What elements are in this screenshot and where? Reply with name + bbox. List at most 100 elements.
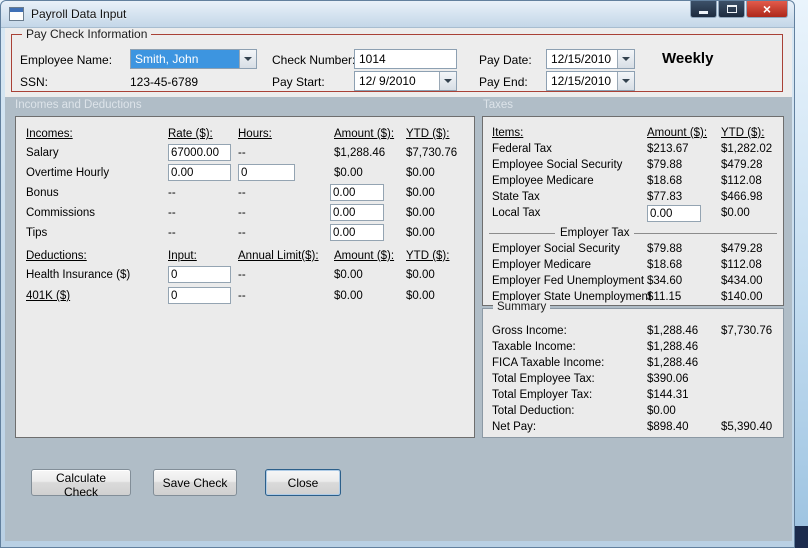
dialog-client-area: Pay Check Information Employee Name: Smi… [5,28,792,541]
overtime-amount: $0.00 [334,167,363,179]
row-label: Gross Income: [492,325,567,337]
payroll-window: Payroll Data Input × Pay Check Informati… [0,0,795,548]
column-header: Deductions: [26,250,87,262]
summary-amount: $898.40 [647,421,689,433]
row-label: Overtime Hourly [26,167,110,179]
row-label: Local Tax [492,207,541,219]
tax-row-emp-ss: Employee Social Security $79.88 $479.28 [483,157,783,173]
row-label: Total Employer Tax: [492,389,593,401]
check-number-input[interactable] [354,49,457,69]
check-number-label: Check Number: [272,53,356,67]
summary-row-taxable: Taxable Income: $1,288.46 [483,339,783,355]
summary-amount: $1,288.46 [647,325,699,337]
tax-amount: $79.88 [647,243,683,255]
tax-amount: $11.15 [647,291,682,303]
tax-amount: $77.83 [647,191,683,203]
tax-row-employer-ss: Employer Social Security $79.88 $479.28 [483,241,783,257]
commissions-hours: -- [238,207,246,219]
tax-ytd: $479.28 [721,243,763,255]
tips-amount-input[interactable] [330,224,384,241]
close-dialog-button[interactable]: Close [265,469,341,496]
summary-row-deduction: Total Deduction: $0.00 [483,403,783,419]
summary-amount: $1,288.46 [647,357,699,369]
calculate-check-button[interactable]: Calculate Check [31,469,131,499]
save-check-button[interactable]: Save Check [153,469,237,496]
row-label: Net Pay: [492,421,537,433]
incomes-deductions-panel: Incomes: Rate ($): Hours: Amount ($): YT… [15,116,475,438]
lower-section: Incomes and Deductions Taxes Incomes: Ra… [5,97,792,541]
health-limit: -- [238,269,246,281]
row-label: Bonus [26,187,59,199]
column-header: Amount ($): [647,127,708,139]
minimize-button[interactable] [690,1,717,18]
column-header: Input: [168,250,197,262]
income-row-salary: Salary -- $1,288.46 $7,730.76 [16,144,474,162]
divider-line [634,232,777,234]
employee-combo-dropdown-icon[interactable] [239,50,256,68]
commissions-ytd: $0.00 [406,207,435,219]
income-row-tips: Tips -- -- $0.00 [16,224,474,242]
chevron-down-icon [444,79,452,83]
row-label: Employee Social Security [492,159,623,171]
summary-row-employee-tax: Total Employee Tax: $390.06 [483,371,783,387]
input-401k[interactable] [168,287,231,304]
summary-amount: $1,288.46 [647,341,699,353]
row-label: Federal Tax [492,143,552,155]
column-header: Hours: [238,128,272,140]
tips-rate: -- [168,227,176,239]
summary-ytd: $7,730.76 [721,325,773,337]
tax-ytd: $466.98 [721,191,763,203]
summary-row-net-pay: Net Pay: $898.40 $5,390.40 [483,419,783,435]
overtime-hours-input[interactable] [238,164,295,181]
bonus-hours: -- [238,187,246,199]
column-header: Incomes: [26,128,73,140]
local-tax-input[interactable] [647,205,701,222]
row-label: Total Deduction: [492,405,575,417]
tax-amount: $18.68 [647,175,683,187]
bonus-rate: -- [168,187,176,199]
pay-date-label: Pay Date: [479,53,532,67]
income-row-commissions: Commissions -- -- $0.00 [16,204,474,222]
row-label: Salary [26,147,59,159]
taxes-section-header: Taxes [483,99,514,111]
bonus-amount-input[interactable] [330,184,384,201]
maximize-icon [726,5,737,13]
close-button[interactable]: × [746,1,788,18]
pay-start-datepicker[interactable]: 12/ 9/2010 [354,71,457,91]
employer-tax-label: Employer Tax [560,227,630,239]
summary-legend: Summary [493,301,551,313]
paycheck-info-group: Pay Check Information Employee Name: Smi… [11,28,783,92]
chevron-down-icon [622,79,630,83]
row-label: Tips [26,227,48,239]
row-label: Employee Medicare [492,175,594,187]
maximize-button[interactable] [718,1,745,18]
pay-date-value: 12/15/2010 [551,52,612,66]
commissions-amount-input[interactable] [330,204,384,221]
pay-date-dropdown-icon[interactable] [617,50,634,68]
pay-end-dropdown-icon[interactable] [617,72,634,90]
overtime-ytd: $0.00 [406,167,435,179]
salary-hours: -- [238,147,246,159]
app-icon [9,7,24,21]
salary-amount: $1,288.46 [334,147,386,159]
pay-date-datepicker[interactable]: 12/15/2010 [546,49,635,69]
column-header: Rate ($): [168,128,213,140]
salary-rate-input[interactable] [168,144,231,161]
summary-row-fica: FICA Taxable Income: $1,288.46 [483,355,783,371]
tax-amount: $213.67 [647,143,689,155]
deduction-row-health: Health Insurance ($) -- $0.00 $0.00 [16,266,474,284]
pay-end-datepicker[interactable]: 12/15/2010 [546,71,635,91]
pay-start-dropdown-icon[interactable] [439,72,456,90]
window-title: Payroll Data Input [31,7,127,21]
tax-ytd: $479.28 [721,159,763,171]
employee-name-combobox[interactable]: Smith, John [130,49,257,69]
health-insurance-input[interactable] [168,266,231,283]
divider-line [489,232,555,234]
titlebar[interactable]: Payroll Data Input × [1,1,794,28]
row-label: Employer Social Security [492,243,620,255]
overtime-rate-input[interactable] [168,164,231,181]
tax-ytd: $434.00 [721,275,763,287]
pay-frequency-label: Weekly [662,50,714,67]
summary-group: Summary Gross Income: $1,288.46 $7,730.7… [482,301,784,438]
summary-row-employer-tax: Total Employer Tax: $144.31 [483,387,783,403]
